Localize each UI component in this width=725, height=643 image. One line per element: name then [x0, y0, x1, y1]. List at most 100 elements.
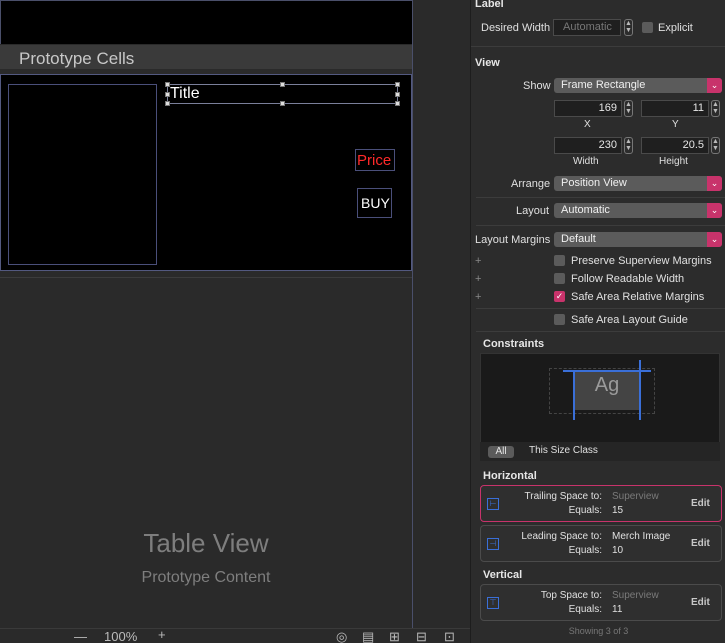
- x-stepper[interactable]: ▲ ▼: [624, 100, 633, 117]
- trailing-edit-button[interactable]: Edit: [691, 498, 710, 509]
- trailing-equals-label: Equals:: [568, 505, 602, 516]
- chevron-down-icon: ⌄: [707, 176, 722, 191]
- constraints-title: Constraints: [483, 338, 545, 350]
- leading-edit-button[interactable]: Edit: [691, 538, 710, 549]
- layout-popup-value: Automatic: [561, 204, 610, 216]
- size-class-tab[interactable]: This Size Class: [529, 445, 598, 456]
- safe-area-relative-checkbox[interactable]: ✓: [554, 291, 565, 302]
- width-stepper[interactable]: ▲ ▼: [624, 137, 633, 154]
- pin-icon[interactable]: ⊞: [389, 629, 400, 643]
- arrange-popup[interactable]: Position View ⌄: [554, 176, 722, 191]
- resize-handle-bottom-right[interactable]: [395, 101, 400, 106]
- top-equals-value[interactable]: 11: [612, 604, 622, 615]
- divider: [476, 331, 725, 332]
- label-section-title: Label: [475, 0, 504, 10]
- width-field[interactable]: 230: [554, 137, 622, 154]
- buy-button-label: BUY: [361, 195, 390, 211]
- arrange-popup-value: Position View: [561, 177, 627, 189]
- resolve-issues-icon[interactable]: ⊟: [416, 629, 427, 643]
- resize-handle-top[interactable]: [280, 82, 285, 87]
- vertical-title: Vertical: [483, 569, 523, 581]
- chevron-down-icon: ⌄: [707, 78, 722, 93]
- y-field[interactable]: 11: [641, 100, 709, 117]
- all-tab[interactable]: All: [488, 446, 514, 458]
- showing-count: Showing 3 of 3: [568, 626, 629, 636]
- resize-handle-bottom[interactable]: [280, 101, 285, 106]
- y-stepper[interactable]: ▲ ▼: [711, 100, 720, 117]
- price-label[interactable]: Price: [355, 149, 395, 171]
- size-inspector: Label Desired Width Automatic ▲ ▼ Explici…: [470, 0, 725, 643]
- embed-icon[interactable]: ⊡: [444, 629, 455, 643]
- device-icon[interactable]: ◎: [336, 629, 347, 643]
- leading-constraint-icon: ⊣: [487, 538, 499, 550]
- safe-area-guide-label: Safe Area Layout Guide: [571, 314, 688, 326]
- x-field[interactable]: 169: [554, 100, 622, 117]
- title-label-text: Title: [170, 85, 200, 102]
- merch-image-view[interactable]: [8, 84, 157, 265]
- follow-readable-checkbox[interactable]: [554, 273, 565, 284]
- resize-handle-left[interactable]: [165, 92, 170, 97]
- layout-label: Layout: [516, 205, 550, 217]
- align-icon[interactable]: ▤: [362, 629, 374, 643]
- top-to-label: Top Space to:: [540, 590, 602, 601]
- leading-constraint-card[interactable]: ⊣ Leading Space to: Merch Image Equals: …: [480, 525, 722, 562]
- layout-margins-label: Layout Margins: [475, 234, 551, 246]
- view-section-title: View: [475, 57, 500, 69]
- resize-handle-right[interactable]: [395, 92, 400, 97]
- height-stepper[interactable]: ▲ ▼: [711, 137, 720, 154]
- table-view-title: Table View: [143, 528, 269, 558]
- zoom-out-button[interactable]: —: [74, 629, 87, 643]
- top-equals-label: Equals:: [568, 604, 602, 615]
- storyboard-canvas[interactable]: Prototype Cells Title Price BUY Table Vi…: [0, 0, 470, 643]
- trailing-equals-value[interactable]: 15: [612, 505, 623, 516]
- follow-readable-label: Follow Readable Width: [571, 273, 685, 285]
- leading-equals-label: Equals:: [568, 545, 602, 556]
- layout-popup[interactable]: Automatic ⌄: [554, 203, 722, 218]
- layout-margins-popup[interactable]: Default ⌄: [554, 232, 722, 247]
- table-view-subtitle: Prototype Content: [141, 569, 271, 586]
- height-caption: Height: [659, 156, 688, 167]
- preserve-margins-checkbox[interactable]: [554, 255, 565, 266]
- resize-handle-top-left[interactable]: [165, 82, 170, 87]
- horizontal-title: Horizontal: [483, 470, 537, 482]
- leading-to-label: Leading Space to:: [521, 531, 602, 542]
- trailing-to-value[interactable]: Superview: [612, 491, 659, 502]
- height-field[interactable]: 20.5: [641, 137, 709, 154]
- show-label: Show: [523, 80, 551, 92]
- add-variation-icon[interactable]: +: [475, 273, 481, 285]
- safe-area-relative-label: Safe Area Relative Margins: [571, 291, 705, 303]
- divider: [471, 46, 725, 47]
- navigation-bar-area: [0, 0, 412, 44]
- add-variation-icon[interactable]: +: [475, 255, 481, 267]
- trailing-constraint-card[interactable]: ⊢ Trailing Space to: Superview Equals: 1…: [480, 485, 722, 522]
- top-constraint-card[interactable]: ⊤ Top Space to: Superview Equals: 11 Edi…: [480, 584, 722, 621]
- show-popup[interactable]: Frame Rectangle ⌄: [554, 78, 722, 93]
- resize-handle-top-right[interactable]: [395, 82, 400, 87]
- add-variation-icon[interactable]: +: [475, 291, 481, 303]
- buy-button[interactable]: BUY: [357, 188, 392, 218]
- prototype-cells-header: Prototype Cells: [0, 45, 412, 69]
- leading-to-value[interactable]: Merch Image: [612, 531, 670, 542]
- desired-width-stepper[interactable]: ▲ ▼: [624, 19, 633, 36]
- show-popup-value: Frame Rectangle: [561, 79, 646, 91]
- cell-separator: [0, 277, 412, 278]
- top-to-value[interactable]: Superview: [612, 590, 659, 601]
- y-caption: Y: [672, 119, 679, 130]
- desired-width-field[interactable]: Automatic: [553, 19, 621, 36]
- trailing-to-label: Trailing Space to:: [524, 491, 602, 502]
- size-class-bar: [480, 442, 720, 461]
- zoom-in-button[interactable]: +: [158, 627, 166, 642]
- desired-width-label: Desired Width: [481, 22, 551, 34]
- explicit-checkbox[interactable]: [642, 22, 653, 33]
- chevron-down-icon: ⌄: [707, 232, 722, 247]
- top-edit-button[interactable]: Edit: [691, 597, 710, 608]
- divider: [476, 197, 725, 198]
- divider: [476, 225, 725, 226]
- price-label-text: Price: [357, 152, 392, 169]
- safe-area-guide-checkbox[interactable]: [554, 314, 565, 325]
- canvas-bottom-bar: — 100% + ◎ ▤ ⊞ ⊟ ⊡: [0, 627, 470, 643]
- leading-equals-value[interactable]: 10: [612, 545, 623, 556]
- resize-handle-bottom-left[interactable]: [165, 101, 170, 106]
- zoom-level[interactable]: 100%: [104, 629, 137, 643]
- trailing-constraint-icon: ⊢: [487, 498, 499, 510]
